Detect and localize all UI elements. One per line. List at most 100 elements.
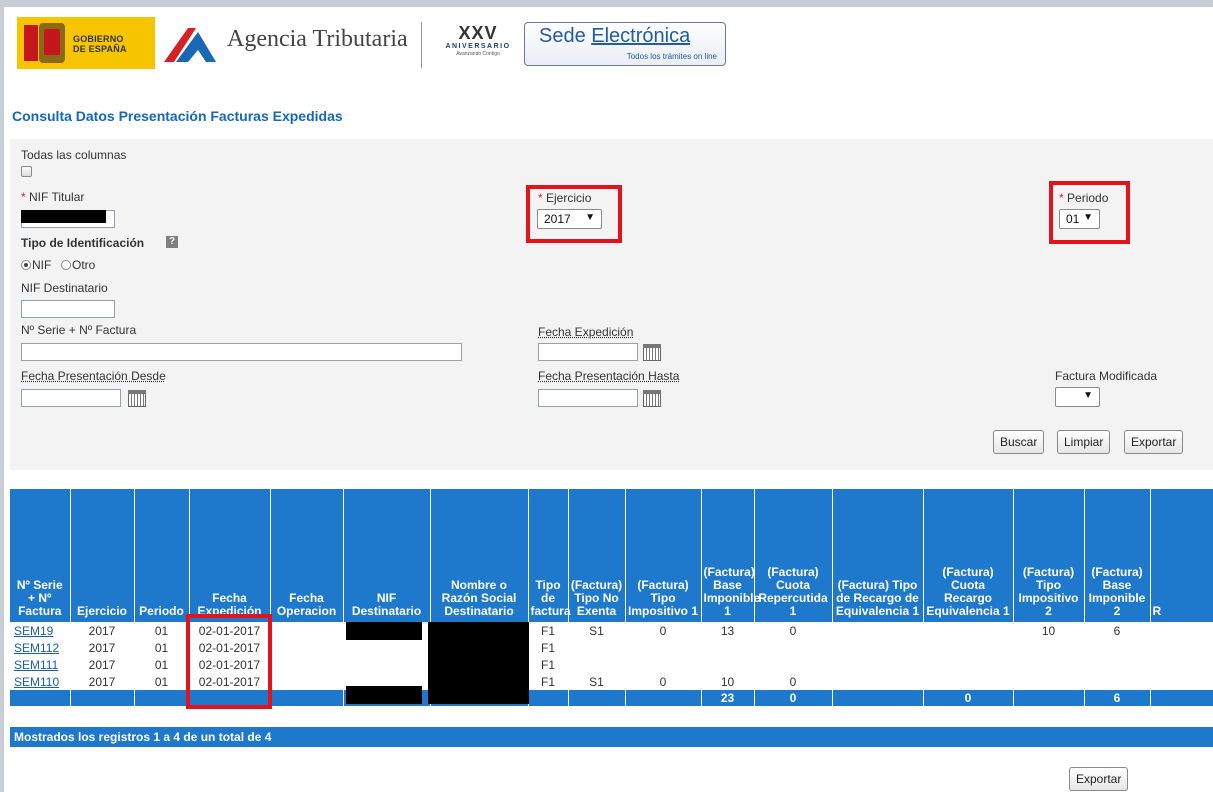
column-header[interactable]: Fecha Expedición <box>189 489 271 622</box>
radio-nif-label: NIF <box>32 258 52 272</box>
invoice-link[interactable]: SEM112 <box>14 641 59 655</box>
table-cell <box>832 622 923 639</box>
column-header[interactable]: Tipo de factura <box>528 489 571 622</box>
column-header[interactable]: NIF Destinatario <box>343 489 431 622</box>
column-header[interactable]: (Factura) Tipo de Recargo de Equivalenci… <box>832 489 924 622</box>
column-header[interactable]: (Factura) Tipo No Exenta <box>568 489 626 622</box>
buscar-button[interactable]: Buscar <box>993 430 1045 454</box>
total-cell <box>270 690 344 706</box>
table-cell: F1 <box>540 674 555 689</box>
factura-modificada-select[interactable]: ▼ <box>1055 387 1100 407</box>
anniversary-mark: XXV <box>458 23 498 43</box>
total-cell <box>568 690 626 706</box>
fecha-hasta-label: Fecha Presentación Hasta <box>538 369 680 383</box>
invoice-link[interactable]: SEM111 <box>14 658 58 672</box>
radio-otro[interactable] <box>61 260 71 270</box>
total-cell <box>625 690 702 706</box>
column-header[interactable]: Nº Serie + Nº Factura <box>10 489 71 622</box>
column-header[interactable]: (Factura) Base Imponible 1 <box>701 489 760 622</box>
page-title: Consulta Datos Presentación Facturas Exp… <box>12 108 343 124</box>
table-cell: S1 <box>589 623 604 638</box>
redacted-nombre-destinatario <box>428 622 529 704</box>
table-cell <box>923 656 1013 673</box>
table-cell: F1 <box>540 623 555 638</box>
header-divider <box>421 22 422 68</box>
calendar-icon[interactable] <box>643 390 661 407</box>
redacted-nif-destinatario <box>346 686 422 704</box>
table-cell <box>1150 622 1213 639</box>
required-mark: * <box>21 190 26 204</box>
invoice-link[interactable]: SEM19 <box>14 624 53 638</box>
calendar-icon[interactable] <box>128 390 146 407</box>
table-cell <box>1150 639 1213 656</box>
redacted-nif-destinatario <box>346 622 422 640</box>
total-cell: 0 <box>923 690 1014 706</box>
agency-name[interactable]: Agencia Tributaria <box>227 26 408 53</box>
table-cell <box>923 639 1013 656</box>
limpiar-button[interactable]: Limpiar <box>1057 430 1111 454</box>
column-header[interactable]: Nombre o Razón Social Destinatario <box>430 489 529 622</box>
all-columns-checkbox[interactable] <box>21 166 32 177</box>
top-border <box>0 0 1213 7</box>
gobierno-logo[interactable]: GOBIERNO DE ESPAÑA <box>17 17 155 69</box>
column-header[interactable]: (Factura) Base Imponible 2 <box>1084 489 1151 622</box>
nif-destinatario-input[interactable] <box>21 300 115 318</box>
table-cell: 0 <box>659 674 667 689</box>
table-cell[interactable]: SEM111 <box>10 656 70 673</box>
column-header[interactable]: Fecha Operacion <box>270 489 344 622</box>
records-status: Mostrados los registros 1 a 4 de un tota… <box>10 727 1213 747</box>
column-header[interactable]: Ejercicio <box>70 489 135 622</box>
redacted-nif <box>21 210 106 223</box>
table-cell <box>832 673 923 690</box>
table-cell[interactable]: SEM112 <box>10 639 70 656</box>
periodo-select[interactable]: 01 ▼ <box>1059 209 1100 229</box>
fecha-desde-input[interactable] <box>21 389 121 407</box>
total-cell <box>134 690 190 706</box>
total-cell <box>10 690 71 706</box>
column-header[interactable]: Periodo <box>134 489 190 622</box>
exportar-button[interactable]: Exportar <box>1124 430 1184 454</box>
fecha-expedicion-input[interactable] <box>538 343 638 361</box>
serie-factura-input[interactable] <box>21 343 462 361</box>
column-header[interactable]: (Factura) Cuota Recargo Equivalencia 1 <box>923 489 1014 622</box>
ejercicio-select[interactable]: 2017 ▼ <box>537 209 602 229</box>
table-cell[interactable]: SEM19 <box>10 622 70 639</box>
table-cell: 01 <box>154 623 169 638</box>
aeat-logo-icon[interactable] <box>162 22 218 66</box>
fecha-hasta-input[interactable] <box>538 389 638 407</box>
table-cell <box>343 656 430 673</box>
coat-of-arms-icon <box>39 23 65 63</box>
invoice-link[interactable]: SEM110 <box>14 675 59 689</box>
table-cell: 0 <box>789 623 797 638</box>
total-cell: 0 <box>754 690 833 706</box>
radio-nif[interactable] <box>21 260 31 270</box>
help-icon[interactable]: ? <box>166 236 178 248</box>
calendar-icon[interactable] <box>643 344 661 361</box>
table-cell[interactable]: SEM110 <box>10 673 70 690</box>
total-cell: 6 <box>1084 690 1151 706</box>
table-cell: F1 <box>540 657 555 672</box>
table-cell <box>701 656 754 673</box>
chevron-down-icon: ▼ <box>1083 390 1093 401</box>
column-header[interactable]: (Factura) Tipo Impositivo 1 <box>625 489 702 622</box>
table-cell <box>1150 656 1213 673</box>
radio-otro-label: Otro <box>72 258 96 272</box>
table-cell: 2017 <box>88 657 116 672</box>
total-cell <box>70 690 135 706</box>
table-cell <box>832 639 923 656</box>
sede-electronica-link[interactable]: Sede Electrónica Todos los trámites on l… <box>524 22 726 66</box>
nif-destinatario-label: NIF Destinatario <box>21 281 108 295</box>
table-cell: 10 <box>1041 623 1056 638</box>
table-cell <box>1150 673 1213 690</box>
sede-main: Electrónica <box>591 25 691 47</box>
chevron-down-icon: ▼ <box>1083 212 1093 223</box>
table-cell <box>625 639 701 656</box>
column-header[interactable]: R <box>1150 489 1213 622</box>
column-header[interactable]: (Factura) Cuota Repercutida 1 <box>754 489 833 622</box>
exportar-bottom-button[interactable]: Exportar <box>1069 767 1129 791</box>
column-header[interactable]: (Factura) Tipo Impositivo 2 <box>1013 489 1085 622</box>
ejercicio-label: * Ejercicio <box>538 191 592 205</box>
table-cell: 01 <box>154 674 169 689</box>
table-cell <box>1013 656 1084 673</box>
table-cell: 13 <box>720 623 735 638</box>
